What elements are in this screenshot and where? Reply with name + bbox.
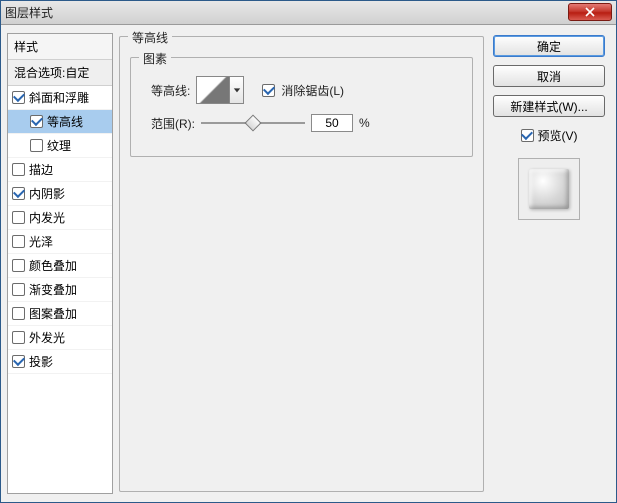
new-style-button-label: 新建样式(W)...	[510, 98, 587, 115]
style-item[interactable]: 光泽	[8, 230, 112, 254]
dialog-body: 样式 混合选项:自定 斜面和浮雕等高线纹理描边内阴影内发光光泽颜色叠加渐变叠加图…	[1, 25, 616, 502]
style-item-label: 投影	[29, 353, 53, 370]
range-row: 范围(R): 50 %	[151, 114, 370, 132]
style-item-label: 颜色叠加	[29, 257, 77, 274]
style-item[interactable]: 内阴影	[8, 182, 112, 206]
titlebar: 图层样式	[1, 1, 616, 25]
style-item[interactable]: 渐变叠加	[8, 278, 112, 302]
style-item[interactable]: 等高线	[8, 110, 112, 134]
style-item-label: 光泽	[29, 233, 53, 250]
range-input[interactable]: 50	[311, 114, 353, 132]
ok-button-label: 确定	[537, 38, 561, 55]
cancel-button-label: 取消	[537, 68, 561, 85]
style-checkbox[interactable]	[12, 163, 25, 176]
style-checkbox[interactable]	[12, 331, 25, 344]
style-item[interactable]: 纹理	[8, 134, 112, 158]
style-item-label: 内发光	[29, 209, 65, 226]
contour-group-legend: 等高线	[128, 29, 172, 46]
style-item[interactable]: 内发光	[8, 206, 112, 230]
style-item-label: 纹理	[47, 137, 71, 154]
range-label: 范围(R):	[151, 115, 195, 132]
style-item-label: 渐变叠加	[29, 281, 77, 298]
contour-group: 等高线 图素 等高线:	[119, 36, 484, 492]
style-item[interactable]: 投影	[8, 350, 112, 374]
range-slider[interactable]	[201, 116, 305, 130]
style-checkbox[interactable]	[12, 235, 25, 248]
style-item[interactable]: 描边	[8, 158, 112, 182]
antialias-label: 消除锯齿(L)	[281, 82, 344, 99]
style-item-label: 内阴影	[29, 185, 65, 202]
style-checkbox[interactable]	[30, 139, 43, 152]
range-unit: %	[359, 116, 370, 130]
style-list-header[interactable]: 样式	[8, 34, 112, 60]
style-checkbox[interactable]	[12, 187, 25, 200]
style-checkbox[interactable]	[12, 211, 25, 224]
style-item-label: 斜面和浮雕	[29, 89, 89, 106]
style-item[interactable]: 外发光	[8, 326, 112, 350]
style-item-label: 描边	[29, 161, 53, 178]
close-icon	[585, 7, 595, 17]
center-panel: 等高线 图素 等高线:	[119, 33, 484, 494]
contour-dropdown[interactable]	[230, 76, 244, 104]
preview-box	[518, 158, 580, 220]
style-checkbox[interactable]	[12, 355, 25, 368]
style-checkbox[interactable]	[12, 283, 25, 296]
contour-row: 等高线: 消除锯齿(L)	[151, 76, 344, 104]
style-list: 样式 混合选项:自定 斜面和浮雕等高线纹理描边内阴影内发光光泽颜色叠加渐变叠加图…	[7, 33, 113, 494]
preview-thumbnail	[529, 169, 569, 209]
elements-group-legend: 图素	[139, 50, 171, 67]
antialias-checkbox[interactable]	[262, 84, 275, 97]
new-style-button[interactable]: 新建样式(W)...	[493, 95, 605, 117]
contour-picker[interactable]	[196, 76, 230, 104]
style-item-label: 图案叠加	[29, 305, 77, 322]
style-item[interactable]: 图案叠加	[8, 302, 112, 326]
chevron-down-icon	[233, 86, 241, 94]
style-item-label: 等高线	[47, 113, 83, 130]
style-checkbox[interactable]	[12, 91, 25, 104]
blend-options-item[interactable]: 混合选项:自定	[8, 60, 112, 86]
style-item[interactable]: 颜色叠加	[8, 254, 112, 278]
dialog-window: 图层样式 样式 混合选项:自定 斜面和浮雕等高线纹理描边内阴影内发光光泽颜色叠加…	[0, 0, 617, 503]
style-checkbox[interactable]	[30, 115, 43, 128]
ok-button[interactable]: 确定	[493, 35, 605, 57]
preview-label: 预览(V)	[538, 127, 578, 144]
contour-label: 等高线:	[151, 82, 190, 99]
close-button[interactable]	[568, 3, 612, 21]
style-checkbox[interactable]	[12, 307, 25, 320]
slider-thumb[interactable]	[245, 115, 262, 132]
elements-group: 图素 等高线: 消除锯齿(L	[130, 57, 473, 157]
right-column: 确定 取消 新建样式(W)... 预览(V)	[490, 33, 608, 494]
cancel-button[interactable]: 取消	[493, 65, 605, 87]
style-item-label: 外发光	[29, 329, 65, 346]
style-checkbox[interactable]	[12, 259, 25, 272]
style-item[interactable]: 斜面和浮雕	[8, 86, 112, 110]
preview-row: 预览(V)	[521, 127, 578, 144]
window-title: 图层样式	[5, 4, 53, 21]
preview-checkbox[interactable]	[521, 129, 534, 142]
